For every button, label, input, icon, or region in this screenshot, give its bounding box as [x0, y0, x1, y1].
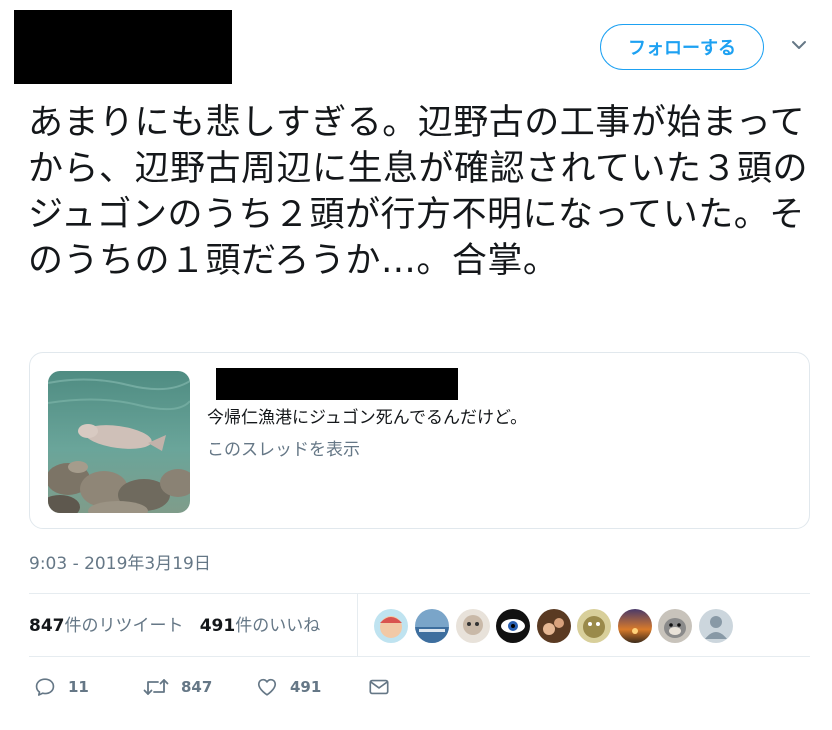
dugong-photo-image: [48, 371, 190, 513]
quoted-tweet-thumbnail[interactable]: [48, 371, 190, 513]
quoted-tweet-card[interactable]: 今帰仁漁港にジュゴン死んでるんだけど。 このスレッドを表示: [29, 352, 810, 529]
redacted-quoted-user: [216, 368, 458, 400]
redacted-user-header: [14, 10, 232, 84]
heart-icon: [257, 678, 277, 696]
retweets-count: 847: [29, 616, 65, 636]
default-avatar-icon[interactable]: [698, 608, 734, 644]
retweets-label: 件のリツイート: [64, 616, 184, 636]
retweet-button[interactable]: 847: [143, 676, 212, 698]
follow-button[interactable]: フォローする: [600, 24, 764, 70]
reply-button[interactable]: 11: [34, 676, 89, 698]
stats-divider: [357, 594, 358, 656]
divider: [29, 593, 810, 594]
likes-count: 491: [199, 616, 236, 636]
liker-avatar[interactable]: [576, 608, 612, 644]
envelope-icon: [369, 679, 389, 695]
liker-avatar[interactable]: [455, 608, 491, 644]
tweet-timestamp[interactable]: 9:03 - 2019年3月19日: [29, 549, 211, 574]
engagement-stats: 847件のリツイート 491件のいいね: [29, 611, 320, 636]
direct-message-button[interactable]: [368, 676, 390, 698]
retweet-count: 847: [181, 678, 213, 696]
divider: [29, 656, 810, 657]
liker-avatar[interactable]: [373, 608, 409, 644]
like-button[interactable]: 491: [256, 676, 321, 698]
chevron-down-icon[interactable]: [790, 36, 808, 54]
reply-count: 11: [68, 678, 89, 696]
liker-avatar[interactable]: [536, 608, 572, 644]
reply-icon: [35, 678, 55, 696]
liker-avatar[interactable]: [617, 608, 653, 644]
liker-avatar[interactable]: [414, 608, 450, 644]
retweet-icon: [143, 679, 169, 695]
quoted-tweet-text: 今帰仁漁港にジュゴン死んでるんだけど。: [207, 408, 528, 428]
likes-label: 件のいいね: [235, 616, 321, 636]
retweets-stat[interactable]: 847件のリツイート: [29, 616, 184, 636]
show-thread-link[interactable]: このスレッドを表示: [207, 435, 360, 460]
like-count: 491: [290, 678, 322, 696]
liker-avatar[interactable]: [495, 608, 531, 644]
likes-stat[interactable]: 491件のいいね: [200, 616, 321, 636]
tweet-text: あまりにも悲しすぎる。辺野古の工事が始まってから、辺野古周辺に生息が確認されてい…: [28, 103, 808, 281]
liker-avatar[interactable]: [657, 608, 693, 644]
